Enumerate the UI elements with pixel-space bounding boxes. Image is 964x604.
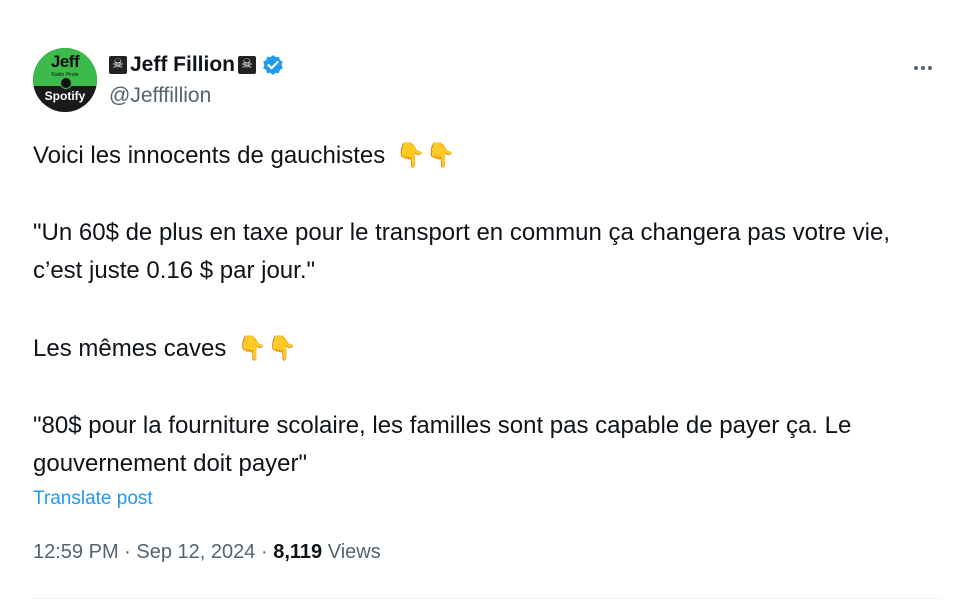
meta-separator: · xyxy=(124,541,131,563)
skull-crossbones-icon: ☠ xyxy=(109,56,127,74)
tweet-paragraph: "Un 60$ de plus en taxe pour le transpor… xyxy=(33,214,933,290)
verified-badge-icon[interactable] xyxy=(262,54,284,76)
views-label: Views xyxy=(327,541,381,563)
tweet-meta: 12:59 PM · Sep 12, 2024 · 8,119 Views xyxy=(33,541,381,564)
tweet-header: Jeff Radio Pirate Spotify ☠ Jeff Fillion… xyxy=(33,48,941,112)
author-handle[interactable]: @Jefffillion xyxy=(109,84,211,108)
author-name-line[interactable]: ☠ Jeff Fillion ☠ xyxy=(109,52,284,78)
dot xyxy=(914,66,918,70)
tweet: Jeff Radio Pirate Spotify ☠ Jeff Fillion… xyxy=(33,0,941,604)
dot xyxy=(921,66,925,70)
tweet-paragraph: Les mêmes caves 👇👇 xyxy=(33,329,933,368)
more-options-icon[interactable] xyxy=(911,56,935,80)
tweet-text: Voici les innocents de gauchistes 👇👇 "Un… xyxy=(33,136,933,483)
pointing-down-icon: 👇👇 xyxy=(237,334,297,362)
dot xyxy=(928,66,932,70)
author-name[interactable]: Jeff Fillion xyxy=(130,53,235,77)
views-count[interactable]: 8,119 xyxy=(273,541,322,563)
tweet-paragraph: Voici les innocents de gauchistes 👇👇 xyxy=(33,136,933,175)
tweet-line-4: "80$ pour la fourniture scolaire, les fa… xyxy=(33,412,852,477)
avatar-text-bottom: Spotify xyxy=(44,89,86,103)
meta-separator: · xyxy=(260,541,268,563)
avatar[interactable]: Jeff Radio Pirate Spotify xyxy=(33,48,97,112)
avatar-text-top: Jeff xyxy=(50,52,80,71)
tweet-line-1: Voici les innocents de gauchistes xyxy=(33,142,386,169)
translate-post-link[interactable]: Translate post xyxy=(33,488,153,510)
tweet-paragraph: "80$ pour la fourniture scolaire, les fa… xyxy=(33,407,933,483)
tweet-line-3: Les mêmes caves xyxy=(33,335,227,362)
tweet-date[interactable]: Sep 12, 2024 xyxy=(136,541,255,563)
skull-crossbones-icon: ☠ xyxy=(238,56,256,74)
divider xyxy=(33,598,941,599)
tweet-time[interactable]: 12:59 PM xyxy=(33,541,119,563)
spotify-icon xyxy=(60,77,72,89)
pointing-down-icon: 👇👇 xyxy=(395,141,456,169)
tweet-line-2: "Un 60$ de plus en taxe pour le transpor… xyxy=(33,219,891,284)
